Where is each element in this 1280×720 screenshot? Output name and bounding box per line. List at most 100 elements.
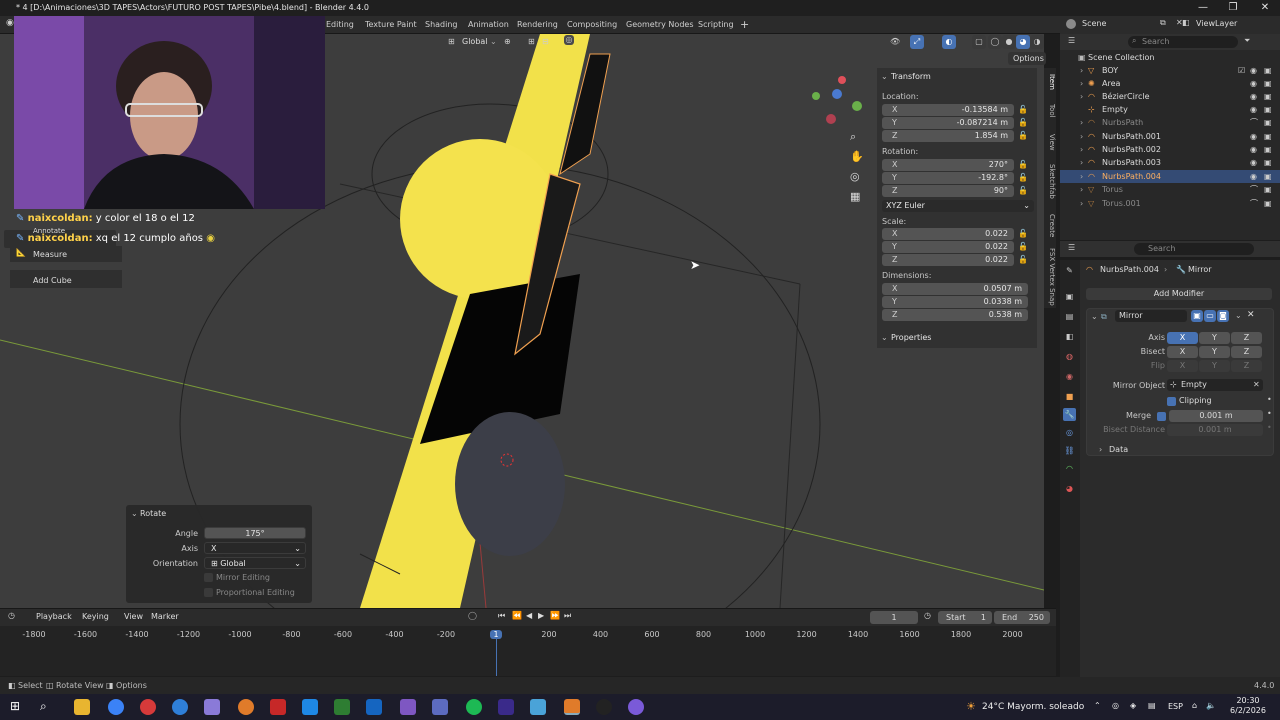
keyframe-dot-icon[interactable]: • — [1267, 423, 1272, 432]
render-toggle-icon[interactable]: ◙ — [1217, 310, 1229, 322]
orientation-dropdown[interactable]: Global — [462, 35, 488, 49]
eye-icon[interactable]: ◉ — [1250, 90, 1257, 103]
clock-icon[interactable]: ◷ — [8, 611, 15, 620]
camera-icon[interactable]: ▣ — [1264, 197, 1272, 210]
dimension-z-field[interactable]: Z 0.538 m — [882, 309, 1028, 321]
rendered-shading-icon[interactable]: ◑ — [1030, 35, 1044, 49]
jump-end-icon[interactable]: ⏭ — [564, 611, 571, 621]
next-keyframe-icon[interactable]: ⏩ — [550, 611, 560, 620]
chrome-icon[interactable] — [108, 699, 124, 715]
search-icon[interactable]: ⌕ — [40, 699, 47, 714]
modifier-name-field[interactable]: Mirror — [1115, 310, 1187, 322]
app-icon[interactable] — [530, 699, 546, 715]
solid-shading-icon[interactable]: ● — [1002, 35, 1016, 49]
tray-icon[interactable]: ◈ — [1130, 701, 1136, 710]
axis-z-toggle[interactable]: Z — [1231, 332, 1262, 344]
bisect-y-toggle[interactable]: Y — [1199, 346, 1230, 358]
tab-create[interactable]: Create — [1044, 214, 1056, 237]
pan-hand-icon[interactable]: ✋ — [850, 150, 864, 163]
outliner-item-torus-001[interactable]: › ▽ Torus.001 ⌒ ▣ — [1060, 197, 1280, 210]
overlay-toggle-icon[interactable]: ◐ — [942, 35, 956, 49]
flip-x-toggle[interactable]: X — [1167, 360, 1198, 372]
outliner-item-empty[interactable]: ⊹ Empty ◉ ▣ — [1060, 103, 1280, 116]
flip-y-toggle[interactable]: Y — [1199, 360, 1230, 372]
clipping-checkbox[interactable] — [1167, 397, 1176, 406]
tool-tab-icon[interactable]: ✎ — [1063, 264, 1076, 277]
collapse-icon[interactable]: ⌄ — [131, 509, 138, 518]
camera-icon[interactable]: ▣ — [1264, 170, 1272, 183]
expand-icon[interactable]: › — [1080, 116, 1083, 129]
tab-animation[interactable]: Animation — [468, 16, 509, 34]
discord-icon[interactable] — [628, 699, 644, 715]
viewlayer-name[interactable]: ViewLayer — [1196, 19, 1237, 28]
data-subpanel[interactable]: Data — [1109, 445, 1128, 454]
keyframe-dot-icon[interactable]: • — [1267, 395, 1272, 404]
render-tab-icon[interactable]: ▣ — [1063, 290, 1076, 303]
visibility-icon[interactable]: 👁 — [890, 35, 900, 49]
tab-item[interactable]: Item — [1044, 74, 1056, 90]
output-tab-icon[interactable]: ▤ — [1063, 310, 1076, 323]
clock-time[interactable]: 20:30 — [1228, 696, 1268, 705]
outliner-item-nurbspath[interactable]: › ◠ NurbsPath ⌒ ▣ — [1060, 116, 1280, 129]
scale-y-field[interactable]: Y 0.022 — [882, 241, 1014, 253]
editor-type-icon[interactable]: ☰ — [1068, 243, 1075, 252]
expand-icon[interactable]: › — [1099, 445, 1102, 454]
tab-fsx-vertex-snap[interactable]: FSX Vertex Snap — [1044, 248, 1056, 306]
expand-icon[interactable]: › — [1080, 64, 1083, 77]
lock-icon[interactable]: 🔓 — [1018, 242, 1028, 252]
new-scene-icon[interactable]: ⧉ — [1160, 18, 1166, 28]
volume-icon[interactable]: 🔈 — [1206, 701, 1216, 710]
eye-icon[interactable]: ◉ — [1250, 156, 1257, 169]
zoom-icon[interactable]: ⌕ — [850, 130, 856, 144]
lock-icon[interactable]: 🔓 — [1018, 160, 1028, 170]
expand-icon[interactable]: › — [1080, 170, 1083, 183]
transform-header[interactable]: Transform — [891, 72, 931, 81]
gizmo-toggle-icon[interactable]: ⤢ — [910, 35, 924, 49]
proportional-icon[interactable]: ◎ — [564, 35, 574, 45]
editor-type-icon[interactable]: ☰ — [1068, 36, 1075, 45]
gizmo-z-icon[interactable] — [832, 89, 842, 99]
lock-icon[interactable]: 🔓 — [1018, 118, 1028, 128]
minimize-button[interactable]: — — [1188, 0, 1218, 16]
location-x-field[interactable]: X -0.13584 m — [882, 104, 1014, 116]
constraints-tab-icon[interactable]: ⛓ — [1063, 444, 1076, 457]
lock-icon[interactable]: 🔓 — [1018, 105, 1028, 115]
tab-editing[interactable]: Editing — [326, 16, 354, 34]
rotate-panel-title[interactable]: Rotate — [140, 509, 166, 518]
opera-icon[interactable] — [140, 699, 156, 715]
checkbox-icon[interactable]: ☑ — [1238, 64, 1245, 77]
jump-start-icon[interactable]: ⏮ — [498, 611, 505, 621]
location-z-field[interactable]: Z 1.854 m — [882, 130, 1014, 142]
tab-texture-paint[interactable]: Texture Paint — [365, 16, 417, 34]
eye-icon[interactable]: ◉ — [1250, 170, 1257, 183]
maximize-button[interactable]: ❐ — [1218, 0, 1248, 16]
marker-menu[interactable]: Marker — [151, 612, 179, 621]
lock-icon[interactable]: 🔓 — [1018, 131, 1028, 141]
camera-icon[interactable]: ▣ — [1264, 90, 1272, 103]
outliner-search[interactable]: Search — [1128, 36, 1238, 48]
outliner-item-nurbspath-003[interactable]: › ◠ NurbsPath.003 ◉ ▣ — [1060, 156, 1280, 169]
view-layer-tab-icon[interactable]: ◧ — [1063, 330, 1076, 343]
scale-z-field[interactable]: Z 0.022 — [882, 254, 1014, 266]
outliner-item-area[interactable]: › ✺ Area ◉ ▣ — [1060, 77, 1280, 90]
eye-closed-icon[interactable]: ⌒ — [1250, 183, 1258, 196]
play-reverse-icon[interactable]: ◀ — [526, 611, 532, 620]
app-icon[interactable] — [432, 699, 448, 715]
after-effects-icon[interactable] — [498, 699, 514, 715]
playhead[interactable] — [496, 638, 497, 676]
eye-icon[interactable]: ◉ — [1250, 77, 1257, 90]
angle-field[interactable]: 175° — [204, 527, 306, 539]
pt-app-icon[interactable] — [334, 699, 350, 715]
flip-z-toggle[interactable]: Z — [1231, 360, 1262, 372]
spotify-icon[interactable] — [466, 699, 482, 715]
filter-icon[interactable]: ⏷ — [1244, 36, 1250, 46]
outliner-item-nurbspath-002[interactable]: › ◠ NurbsPath.002 ◉ ▣ — [1060, 143, 1280, 156]
add-workspace-button[interactable]: + — [740, 16, 749, 34]
obs-icon[interactable] — [596, 699, 612, 715]
collapse-icon[interactable]: ⌄ — [881, 333, 888, 342]
viewport-options-button[interactable]: Options — [1008, 52, 1046, 65]
pivot-icon[interactable]: ⊕ — [504, 35, 511, 49]
outliner-item-torus[interactable]: › ▽ Torus ⌒ ▣ — [1060, 183, 1280, 196]
rotation-x-field[interactable]: X 270° — [882, 159, 1014, 171]
wireframe-shading-icon[interactable]: ◯ — [988, 35, 1002, 49]
